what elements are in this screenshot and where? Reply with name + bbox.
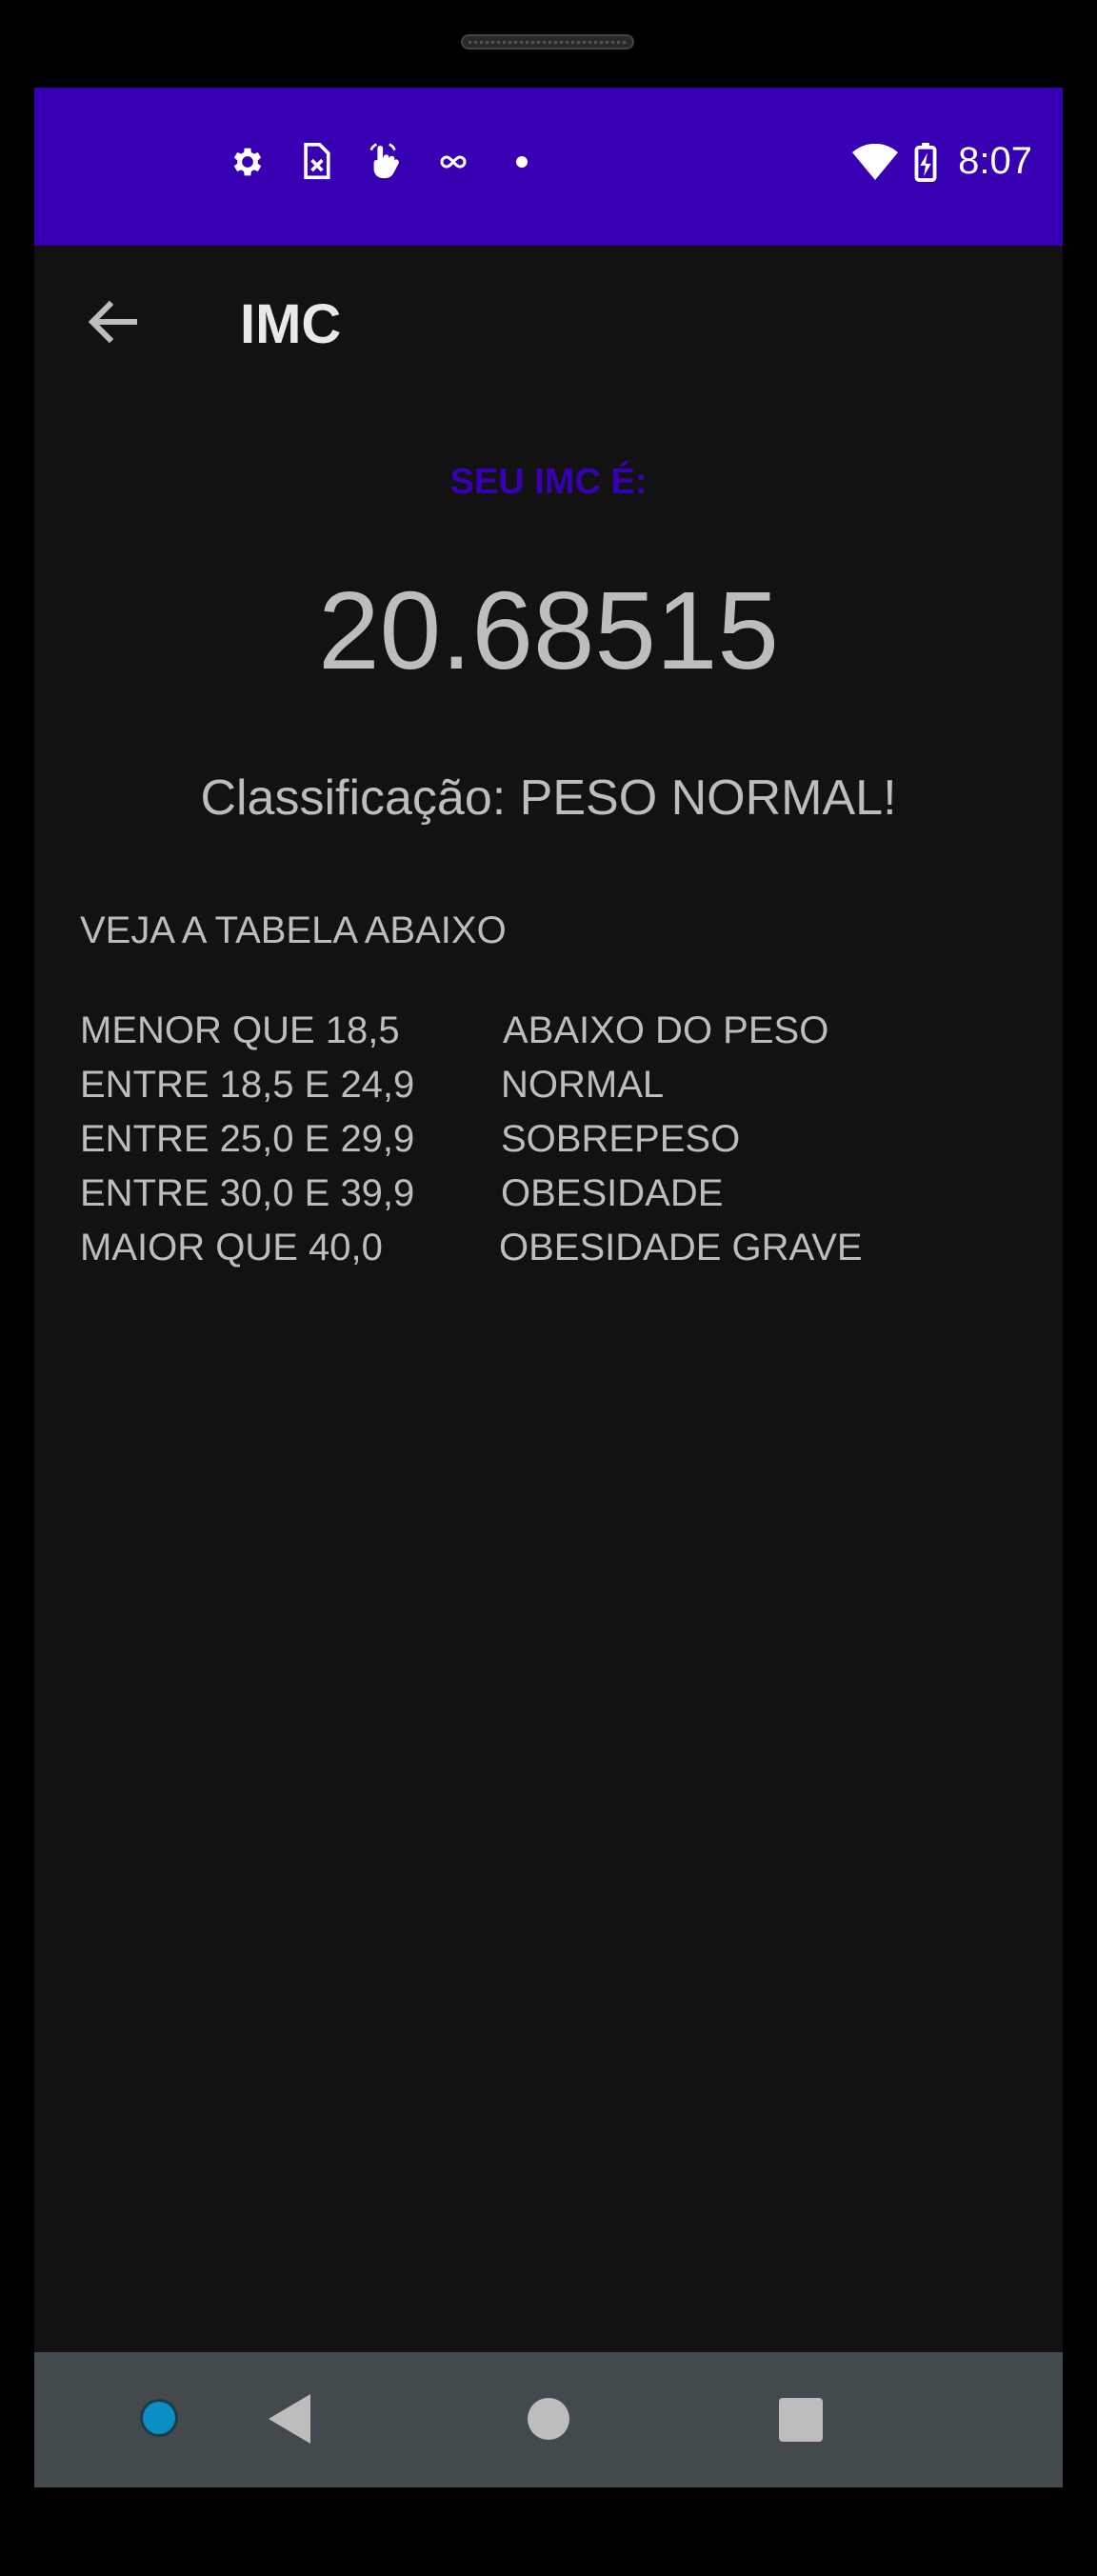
table-row-range: ENTRE 25,0 E 29,9 — [80, 1118, 415, 1160]
table-row-range: ENTRE 18,5 E 24,9 — [80, 1064, 415, 1106]
imc-value: 20.68515 — [318, 569, 779, 692]
wifi-icon — [851, 141, 899, 183]
imc-table: MENOR QUE 18,5 ABAIXO DO PESO ENTRE 18,5… — [80, 1004, 1032, 1275]
device-frame: 8:07 IMC SEU IMC É: 20.68515 Classificaç… — [0, 0, 1097, 2576]
app-bar: IMC — [34, 246, 1063, 398]
status-time: 8:07 — [958, 140, 1032, 182]
earpiece-speaker — [461, 34, 634, 50]
assistant-dot-icon[interactable] — [143, 2402, 175, 2434]
table-row-category: ABAIXO DO PESO — [503, 1009, 829, 1051]
back-button[interactable] — [82, 293, 143, 354]
battery-charging-icon — [912, 141, 939, 183]
table-row-category: SOBREPESO — [501, 1118, 741, 1160]
table-row-range: MAIOR QUE 40,0 — [80, 1227, 383, 1268]
page-title: IMC — [240, 293, 342, 355]
classification-text: Classificação: PESO NORMAL! — [34, 768, 1063, 829]
table-intro: VEJA A TABELA ABAIXO — [80, 909, 507, 951]
table-row: MAIOR QUE 40,0 OBESIDADE GRAVE — [80, 1221, 1032, 1275]
table-row-category: OBESIDADE GRAVE — [499, 1227, 863, 1268]
gear-icon — [227, 141, 269, 183]
phone-screen: 8:07 IMC SEU IMC É: 20.68515 Classificaç… — [34, 88, 1063, 2487]
table-row-category: OBESIDADE — [501, 1172, 724, 1214]
imc-label: SEU IMC É: — [449, 462, 648, 502]
table-row-range: ENTRE 30,0 E 39,9 — [80, 1172, 415, 1214]
back-triangle-icon[interactable] — [269, 2394, 310, 2444]
sim-card-x-icon — [295, 141, 337, 183]
status-bar: 8:07 — [34, 88, 1063, 246]
table-row: ENTRE 25,0 E 29,9 SOBREPESO — [80, 1112, 1032, 1167]
navigation-bar — [34, 2352, 1063, 2487]
recents-square-icon[interactable] — [779, 2398, 823, 2442]
infinity-icon — [432, 141, 474, 183]
dot-icon — [501, 141, 543, 183]
table-row: ENTRE 30,0 E 39,9 OBESIDADE — [80, 1167, 1032, 1221]
classification-value: PESO NORMAL! — [519, 770, 897, 826]
arrow-left-icon — [87, 299, 138, 349]
home-circle-icon[interactable] — [528, 2398, 569, 2440]
table-row-category: NORMAL — [501, 1064, 665, 1106]
table-row: ENTRE 18,5 E 24,9 NORMAL — [80, 1058, 1032, 1112]
classification-prefix: Classificação: — [200, 770, 520, 826]
table-row-range: MENOR QUE 18,5 — [80, 1009, 400, 1051]
table-row: MENOR QUE 18,5 ABAIXO DO PESO — [80, 1004, 1032, 1058]
touch-hand-icon — [364, 141, 406, 183]
